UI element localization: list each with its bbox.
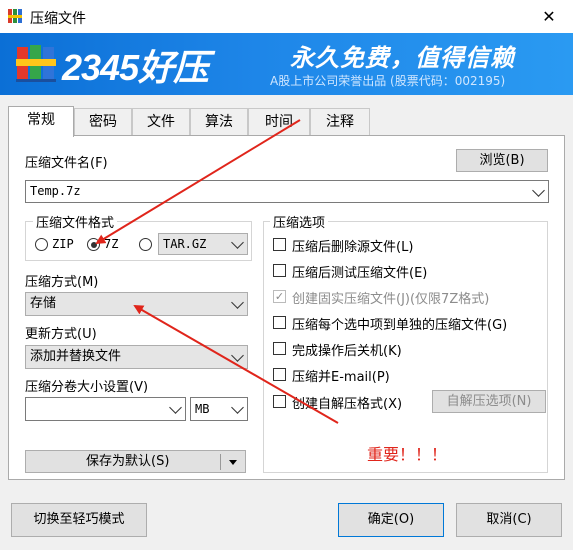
dropdown-triangle-icon[interactable] (229, 460, 237, 465)
option-shutdown-label: 完成操作后关机(K) (292, 344, 402, 359)
update-combo[interactable]: 添加并替换文件 (25, 345, 248, 369)
chevron-down-icon (532, 183, 545, 197)
update-label: 更新方式(U) (25, 327, 97, 342)
tab-comment[interactable]: 注释 (310, 108, 370, 136)
options-group-title: 压缩选项 (270, 212, 329, 231)
checkbox-solid-archive[interactable]: ✓ (273, 290, 286, 303)
window-title: 压缩文件 (30, 11, 86, 27)
chevron-down-icon (169, 401, 182, 414)
filename-value: Temp.7z (30, 184, 81, 198)
option-test-archive-label: 压缩后测试压缩文件(E) (292, 266, 428, 281)
tab-password[interactable]: 密码 (74, 108, 132, 136)
important-note: 重要！！！ (367, 445, 448, 464)
radio-7z[interactable] (87, 238, 100, 251)
chevron-down-icon (231, 349, 244, 362)
simple-mode-button[interactable]: 切换至轻巧模式 (11, 503, 147, 537)
split-unit-combo[interactable]: MB (190, 397, 248, 421)
update-value: 添加并替换文件 (30, 349, 122, 364)
chevron-down-icon (231, 401, 244, 414)
option-email-label: 压缩并E-mail(P) (292, 370, 390, 385)
radio-7z-label: 7Z (104, 237, 119, 251)
close-button[interactable]: ✕ (531, 4, 567, 30)
save-default-button[interactable]: 保存为默认(S) (25, 450, 246, 473)
tab-algorithm[interactable]: 算法 (190, 108, 248, 136)
sfx-options-button[interactable]: 自解压选项(N) (432, 390, 546, 413)
checkbox-email[interactable] (273, 368, 286, 381)
cancel-button[interactable]: 取消(C) (456, 503, 562, 537)
method-value: 存储 (30, 296, 57, 311)
format-combo[interactable]: TAR.GZ (158, 233, 248, 255)
title-bar: 压缩文件 ✕ (0, 0, 573, 33)
option-solid-archive-label: 创建固实压缩文件(J)(仅限7Z格式) (292, 292, 490, 307)
logo-text: 2345好压 (62, 47, 209, 88)
option-delete-source-label: 压缩后删除源文件(L) (292, 240, 414, 255)
save-default-label: 保存为默认(S) (86, 454, 170, 469)
format-combo-value: TAR.GZ (163, 237, 207, 251)
filename-input[interactable]: Temp.7z (25, 180, 549, 203)
radio-zip[interactable] (35, 238, 48, 251)
split-button-divider (220, 454, 221, 470)
split-size-combo[interactable] (25, 397, 186, 421)
chevron-down-icon (231, 236, 244, 249)
browse-button[interactable]: 浏览(B) (456, 149, 548, 172)
option-separate-archives-label: 压缩每个选中项到单独的压缩文件(G) (292, 318, 508, 333)
tab-time[interactable]: 时间 (248, 108, 310, 136)
radio-zip-label: ZIP (52, 237, 74, 251)
logo-books-icon (16, 45, 56, 82)
checkbox-delete-source[interactable] (273, 238, 286, 251)
checkbox-separate-archives[interactable] (273, 316, 286, 329)
banner-slogan: 永久免费，值得信赖 (290, 44, 515, 72)
tab-files[interactable]: 文件 (132, 108, 190, 136)
banner: 2345好压 永久免费，值得信赖 A股上市公司荣誉出品 (股票代码：002195… (0, 33, 573, 95)
tab-strip: 常规 密码 文件 算法 时间 注释 (8, 106, 568, 137)
checkbox-test-archive[interactable] (273, 264, 286, 277)
app-icon (8, 9, 22, 23)
tab-general[interactable]: 常规 (8, 106, 74, 137)
split-label: 压缩分卷大小设置(V) (25, 380, 149, 395)
ok-button[interactable]: 确定(O) (338, 503, 444, 537)
checkbox-shutdown[interactable] (273, 342, 286, 355)
chevron-down-icon (231, 296, 244, 309)
filename-label: 压缩文件名(F) (25, 156, 108, 171)
method-label: 压缩方式(M) (25, 275, 99, 290)
banner-sub-slogan: A股上市公司荣誉出品 (股票代码：002195) (270, 74, 506, 88)
option-sfx-label: 创建自解压格式(X) (292, 397, 403, 412)
checkbox-sfx[interactable] (273, 395, 286, 408)
method-combo[interactable]: 存储 (25, 292, 248, 316)
format-group-title: 压缩文件格式 (33, 212, 118, 231)
split-unit-value: MB (195, 402, 210, 416)
radio-other-format[interactable] (139, 238, 152, 251)
